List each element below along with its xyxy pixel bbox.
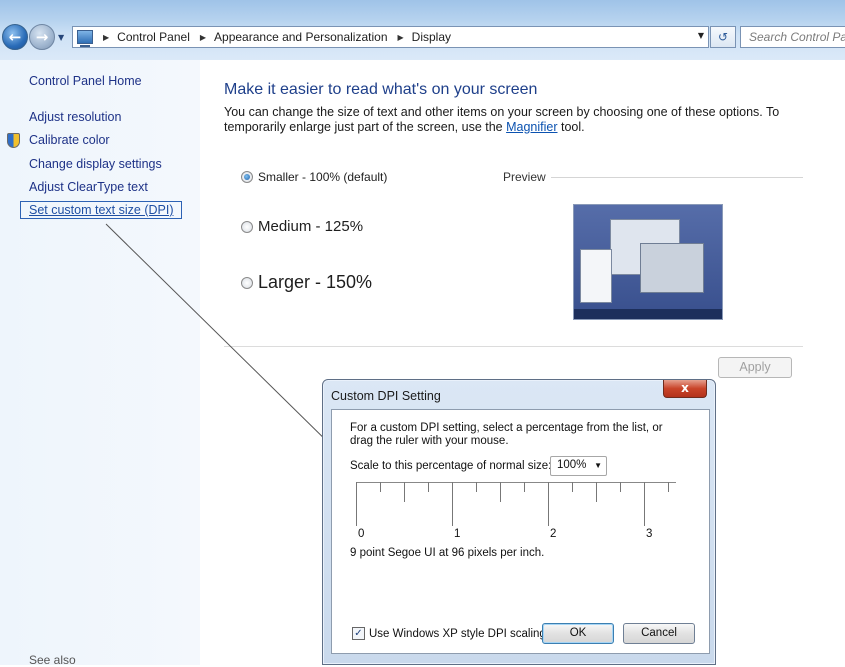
ruler-tick (476, 482, 477, 492)
dialog-title: Custom DPI Setting (331, 389, 441, 403)
close-icon[interactable]: x (663, 380, 707, 398)
scale-value: 100% (557, 459, 587, 471)
ruler-tick (548, 482, 549, 526)
ok-button[interactable]: OK (542, 623, 614, 644)
ruler-tick (452, 482, 453, 526)
ruler-label-3: 3 (646, 528, 653, 540)
chevron-down-icon[interactable]: ▼ (594, 461, 602, 470)
dialog-description: For a custom DPI setting, select a perce… (350, 422, 663, 447)
xp-dpi-scaling-label: Use Windows XP style DPI scaling (369, 627, 546, 640)
scale-percentage-select[interactable]: 100% ▼ (550, 456, 607, 476)
ruler-tick (356, 482, 357, 526)
xp-dpi-scaling-option[interactable]: ✓ Use Windows XP style DPI scaling (352, 627, 546, 640)
ruler-label-2: 2 (550, 528, 557, 540)
ruler-tick (428, 482, 429, 492)
xp-dpi-scaling-checkbox[interactable]: ✓ (352, 627, 365, 640)
ruler-tick (404, 482, 405, 502)
ruler-label-1: 1 (454, 528, 461, 540)
ruler-tick (620, 482, 621, 492)
cancel-button[interactable]: Cancel (623, 623, 695, 644)
ruler-tick (596, 482, 597, 502)
ruler-tick (524, 482, 525, 492)
ruler-label-0: 0 (358, 528, 365, 540)
font-info-text: 9 point Segoe UI at 96 pixels per inch. (350, 547, 545, 559)
ruler-tick (380, 482, 381, 492)
custom-dpi-dialog: Custom DPI Setting x For a custom DPI se… (322, 379, 716, 665)
ruler-tick (500, 482, 501, 502)
dialog-content: For a custom DPI setting, select a perce… (331, 409, 710, 654)
dpi-ruler[interactable]: 0 1 2 3 (356, 482, 676, 542)
ruler-tick (668, 482, 669, 492)
ruler-tick (572, 482, 573, 492)
scale-label: Scale to this percentage of normal size: (350, 460, 552, 472)
ruler-tick (644, 482, 645, 526)
